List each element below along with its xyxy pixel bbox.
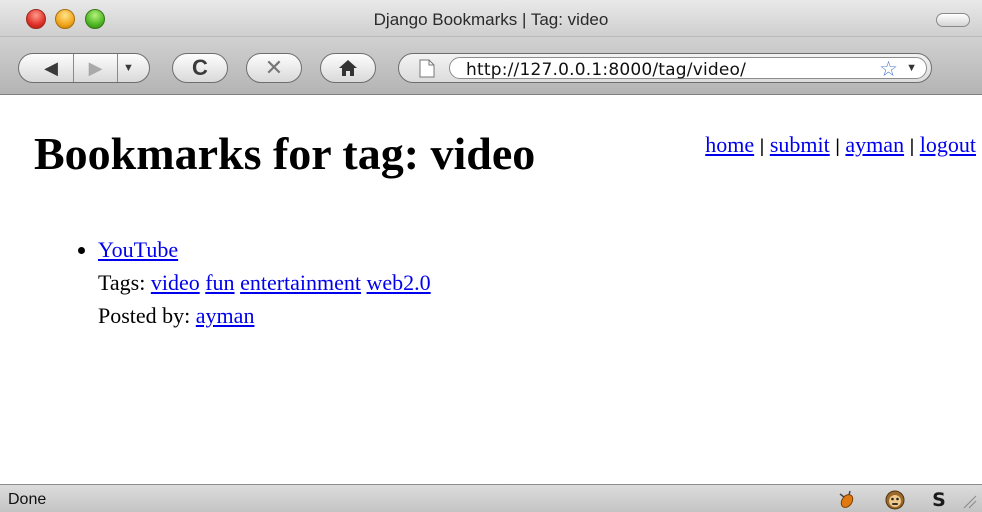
window-titlebar: Django Bookmarks | Tag: video (0, 0, 982, 37)
back-button[interactable]: ◀ (29, 54, 73, 82)
submit-link[interactable]: submit (770, 132, 830, 157)
posted-by-label: Posted by: (98, 303, 191, 328)
greasemonkey-icon[interactable] (884, 488, 906, 510)
bookmark-title-link[interactable]: YouTube (98, 237, 178, 262)
url-text: http://127.0.0.1:8000/tag/video/ (466, 60, 747, 80)
reload-button[interactable]: C (172, 53, 228, 83)
user-nav: home | submit | ayman | logout (705, 132, 976, 158)
chevron-down-icon: ▼ (123, 61, 134, 74)
list-item: YouTube Tags: video fun entertainment we… (98, 233, 431, 332)
address-bar: http://127.0.0.1:8000/tag/video/ ☆ ▼ (398, 53, 932, 83)
tag-link[interactable]: fun (205, 270, 234, 295)
browser-toolbar: ◀ ▶ ▼ C ✕ http://127.0.0.1:8000/tag/vide… (0, 37, 982, 95)
stop-button[interactable]: ✕ (246, 53, 302, 83)
nav-separator: | (835, 136, 840, 156)
url-dropdown-icon[interactable]: ▼ (906, 62, 917, 74)
tag-link[interactable]: entertainment (240, 270, 361, 295)
status-text: Done (8, 491, 47, 508)
toolbar-toggle-button[interactable] (936, 13, 970, 27)
s-icon[interactable]: S (928, 488, 950, 510)
home-link[interactable]: home (705, 132, 754, 157)
window-title: Django Bookmarks | Tag: video (373, 10, 609, 29)
logout-link[interactable]: logout (920, 132, 976, 157)
home-icon (339, 60, 357, 76)
home-button[interactable] (320, 53, 376, 83)
reload-icon: C (192, 55, 208, 80)
history-dropdown-button[interactable]: ▼ (117, 54, 139, 82)
tag-link[interactable]: web2.0 (367, 270, 431, 295)
firebug-icon[interactable] (836, 488, 858, 510)
poster-user-link[interactable]: ayman (196, 303, 255, 328)
page-title: Bookmarks for tag: video (34, 128, 536, 179)
page-content: Bookmarks for tag: video home | submit |… (0, 96, 982, 484)
user-link[interactable]: ayman (845, 132, 904, 157)
back-arrow-icon: ◀ (44, 58, 58, 78)
back-forward-group: ◀ ▶ ▼ (18, 53, 150, 83)
url-input[interactable]: http://127.0.0.1:8000/tag/video/ ☆ ▼ (449, 57, 927, 82)
forward-arrow-icon: ▶ (88, 58, 103, 78)
svg-text:S: S (932, 489, 946, 510)
page-icon (419, 59, 435, 78)
stop-icon: ✕ (264, 55, 284, 80)
star-icon[interactable]: ☆ (879, 57, 898, 82)
nav-separator: | (909, 136, 915, 156)
forward-button[interactable]: ▶ (73, 54, 117, 82)
status-bar: Done S (0, 484, 982, 512)
resize-grip-icon[interactable] (960, 488, 978, 510)
bookmark-list: YouTube Tags: video fun entertainment we… (62, 233, 431, 332)
tag-link[interactable]: video (151, 270, 200, 295)
tags-label: Tags: (98, 270, 146, 295)
nav-separator: | (759, 136, 765, 156)
